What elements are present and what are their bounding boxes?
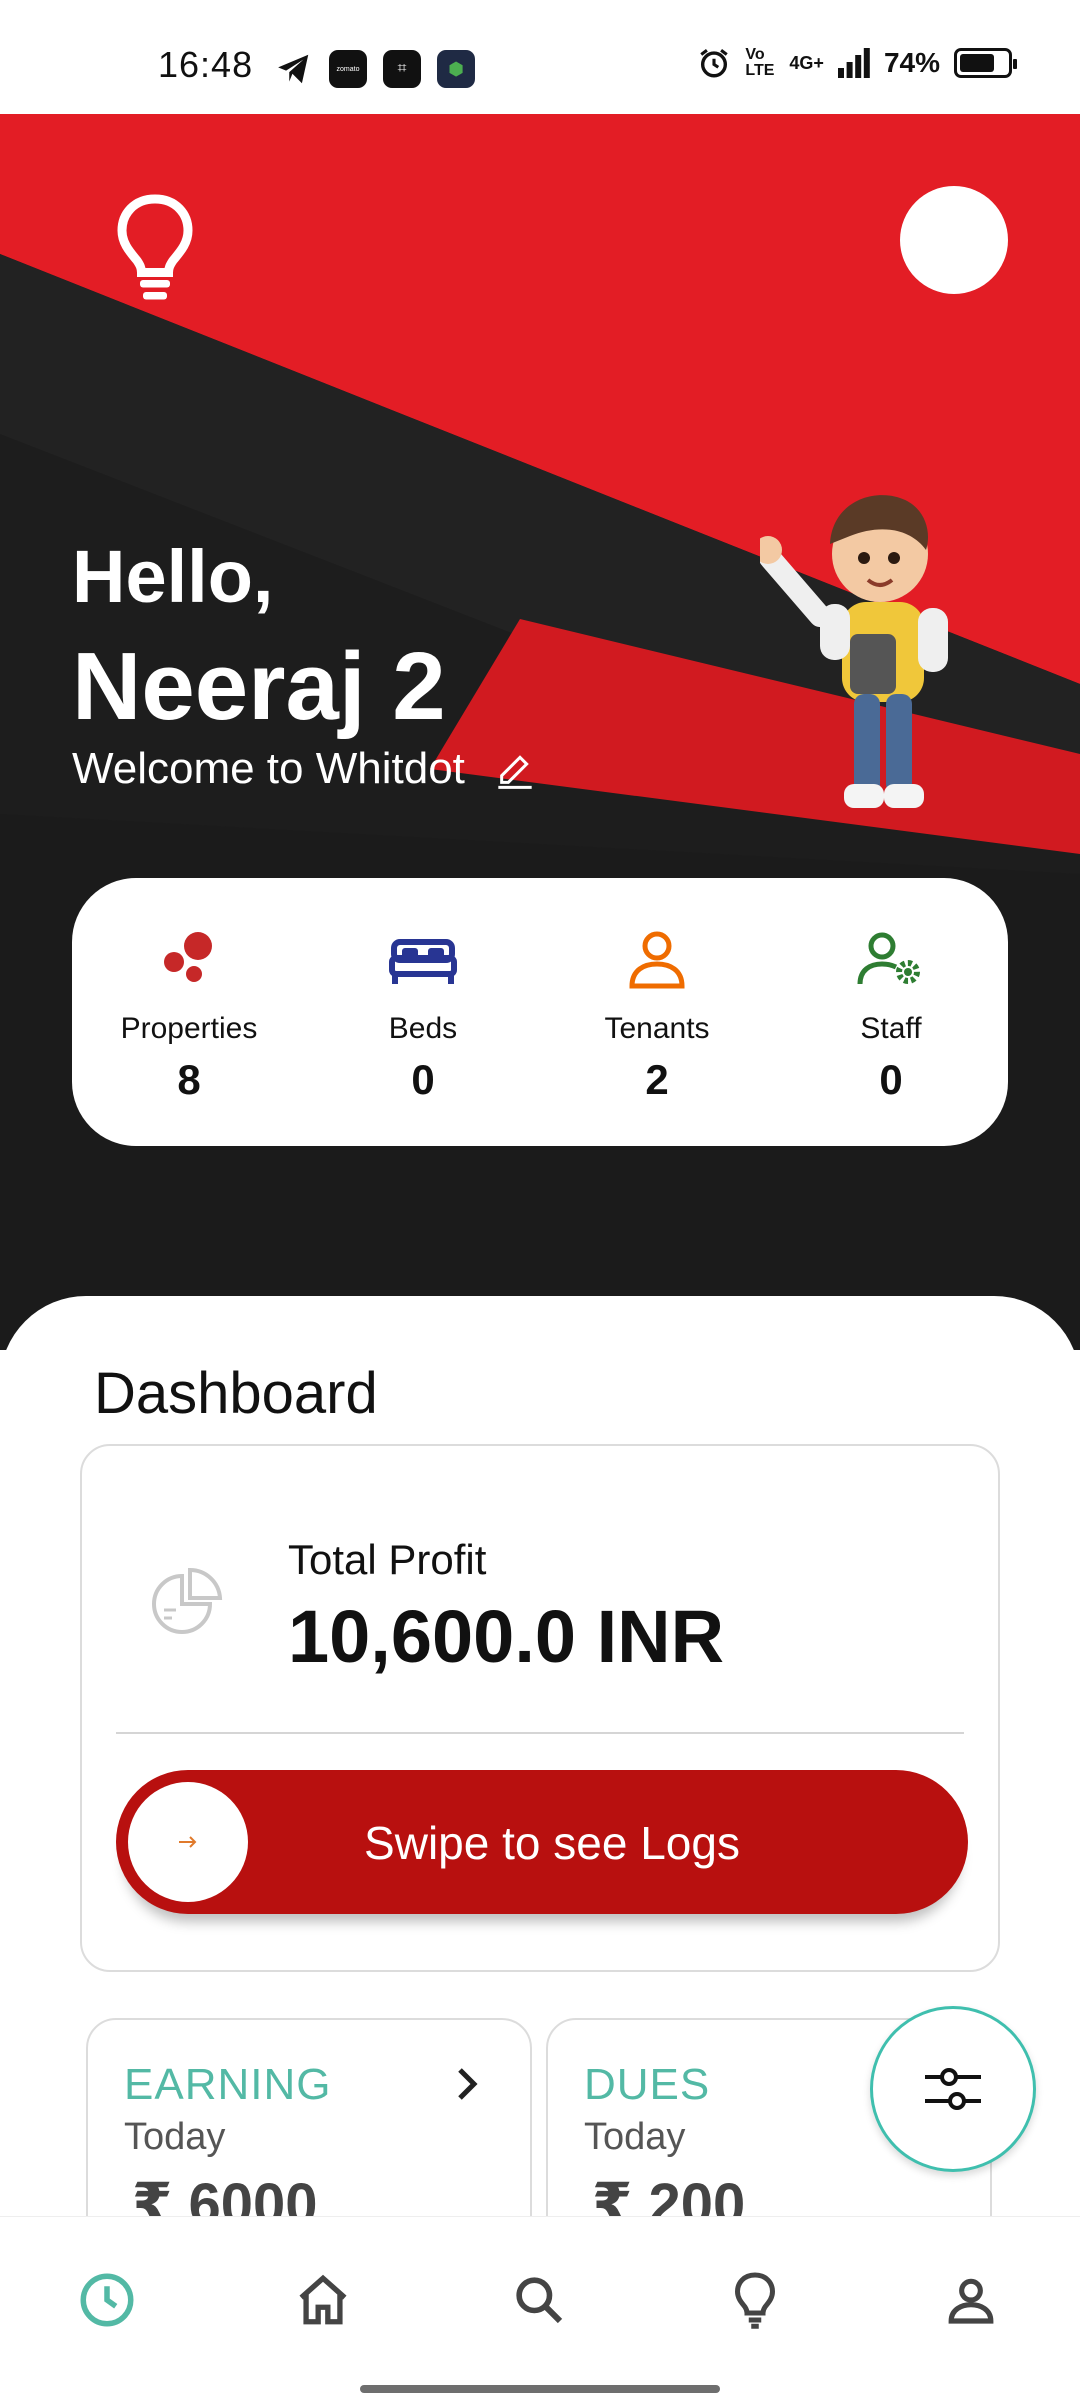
stat-properties[interactable]: Properties 8 (72, 878, 306, 1146)
dashboard-title: Dashboard (94, 1361, 378, 1426)
bulb-icon[interactable] (110, 192, 200, 302)
stat-label: Tenants (604, 1012, 710, 1045)
hero-banner: Hello, Neeraj 2 Welcome to Whitdot Prope… (0, 114, 1080, 1350)
signal-icon (837, 48, 870, 78)
edit-icon[interactable] (495, 749, 535, 789)
status-time: 16:48 (158, 44, 254, 85)
nav-home[interactable] (290, 2267, 356, 2333)
clock-icon (80, 2273, 134, 2327)
nav-search[interactable] (506, 2267, 572, 2333)
swipe-to-see-logs[interactable]: Swipe to see Logs (116, 1770, 968, 1914)
battery-icon (954, 48, 1017, 78)
bottom-nav (0, 2216, 1080, 2400)
stat-label: Beds (388, 1012, 458, 1045)
nav-profile[interactable] (938, 2267, 1004, 2333)
pie-chart-icon (152, 1567, 223, 1634)
system-indicators: Vo LTE 4G+ 74% (697, 46, 1017, 80)
swipe-label: Swipe to see Logs (364, 1817, 740, 1869)
welcome-text: Welcome to Whitdot (72, 744, 465, 793)
search-icon (516, 2277, 563, 2324)
chevron-right-icon[interactable] (454, 2064, 482, 2104)
notification-icons: zomato ⌗ ⬢ (275, 50, 475, 88)
stat-label: Properties (120, 1012, 258, 1045)
stat-value: 0 (879, 1056, 903, 1103)
welcome-row: Welcome to Whitdot (72, 744, 535, 794)
staff-settings-icon (857, 932, 920, 985)
home-indicator[interactable] (360, 2385, 720, 2393)
stat-value: 2 (645, 1056, 669, 1103)
avatar[interactable] (900, 186, 1008, 294)
earning-title: EARNING (124, 2060, 332, 2109)
stat-value: 0 (411, 1056, 435, 1103)
dues-period: Today (584, 2116, 686, 2158)
stat-beds[interactable]: Beds 0 (306, 878, 540, 1146)
dots-icon (164, 932, 212, 982)
profit-card: Total Profit 10,600.0 INR Swipe to see L… (80, 1444, 1000, 1972)
telegram-icon (278, 54, 309, 84)
shopping-app-icon: ⌗ (383, 50, 421, 88)
status-bar: 16:48 zomato ⌗ ⬢ Vo LTE 4G+ 74% (0, 0, 1080, 114)
stats-card: Properties 8 Beds 0 Tenants 2 Staff 0 (72, 878, 1008, 1146)
battery-percent: 74% (883, 47, 940, 78)
network-indicator: 4G+ (789, 52, 824, 73)
vpn-app-icon: ⬢ (437, 50, 475, 88)
dues-amount: ₹ 200 (592, 2172, 746, 2216)
earning-period: Today (124, 2116, 226, 2158)
divider (116, 1732, 964, 1734)
profit-value: 10,600.0 INR (288, 1595, 725, 1678)
greeting: Hello, (72, 535, 274, 618)
stat-tenants[interactable]: Tenants 2 (540, 878, 774, 1146)
stat-staff[interactable]: Staff 0 (774, 878, 1008, 1146)
volte-indicator: Vo LTE (745, 46, 775, 79)
dues-title: DUES (584, 2060, 711, 2109)
stat-value: 8 (177, 1056, 201, 1103)
stat-label: Staff (860, 1012, 922, 1045)
character-illustration (760, 495, 948, 808)
filter-fab[interactable] (870, 2006, 1036, 2172)
zomato-icon: zomato (329, 50, 367, 88)
bed-icon (389, 939, 457, 984)
user-name: Neeraj 2 (72, 633, 446, 740)
home-icon (299, 2274, 347, 2325)
nav-clock[interactable] (74, 2267, 140, 2333)
nav-ideas[interactable] (722, 2267, 788, 2333)
sliders-icon (925, 2068, 981, 2110)
earning-card[interactable]: EARNING Today ₹ 6000 (86, 2018, 532, 2216)
earning-amount: ₹ 6000 (132, 2172, 318, 2216)
bulb-icon (734, 2272, 776, 2329)
profit-label: Total Profit (288, 1536, 487, 1583)
alarm-icon (700, 49, 729, 78)
person-icon (629, 931, 685, 989)
profile-icon (948, 2278, 994, 2324)
